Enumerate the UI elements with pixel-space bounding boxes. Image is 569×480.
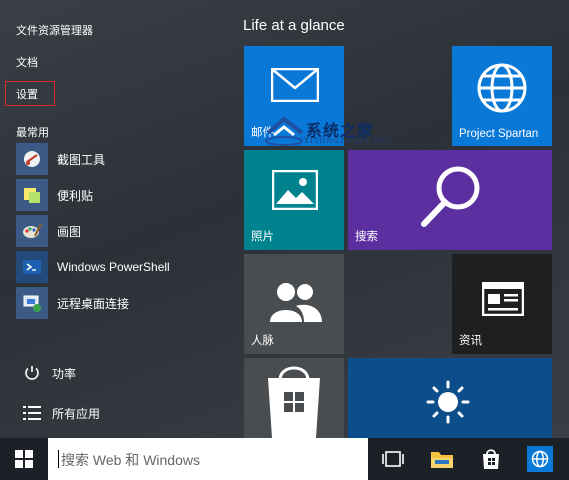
start-left-column: 文件资源管理器 文档 设置 最常用 截图工具 便利贴 画图 Windows Po…: [0, 0, 230, 438]
all-apps-label: 所有应用: [52, 406, 101, 421]
remote-desktop-icon: [16, 287, 48, 319]
watermark: 系统之家 XITONGZHIJIA.NET: [264, 113, 414, 149]
taskbar: 搜索 Web 和 Windows: [0, 438, 569, 480]
people-tile[interactable]: 人脉: [244, 254, 344, 354]
app-item-sticky-notes[interactable]: 便利贴: [16, 179, 226, 211]
browser-taskbar-button[interactable]: [527, 446, 553, 472]
news-label: 资讯: [459, 335, 482, 347]
weather-tile[interactable]: [348, 358, 552, 438]
store-tile[interactable]: [244, 358, 344, 438]
most-used-title: 最常用: [16, 127, 49, 139]
documents-link[interactable]: 文档: [16, 54, 38, 70]
search-tile[interactable]: 搜索: [348, 150, 552, 250]
globe-icon: [531, 450, 549, 468]
power-label: 功率: [52, 366, 77, 381]
photos-label: 照片: [251, 231, 274, 243]
all-apps-button[interactable]: 所有应用: [22, 401, 100, 425]
start-button[interactable]: [0, 438, 48, 480]
store-bag-icon: [264, 358, 324, 438]
people-icon: [268, 280, 322, 322]
settings-highlight-box: [5, 81, 55, 106]
watermark-subtext: XITONGZHIJIA.NET: [304, 137, 393, 145]
store-icon: [483, 449, 499, 469]
app-label: 便利贴: [57, 188, 94, 203]
magnifier-icon: [416, 162, 486, 232]
snipping-tool-icon: [16, 143, 48, 175]
newspaper-icon: [482, 282, 524, 316]
sun-icon: [426, 380, 470, 424]
taskbar-search-box[interactable]: 搜索 Web 和 Windows: [48, 438, 368, 480]
task-view-icon: [382, 451, 404, 467]
power-icon: [22, 363, 42, 383]
store-taskbar-button[interactable]: [478, 446, 504, 472]
photos-tile[interactable]: 照片: [244, 150, 344, 250]
tile-group-title: Life at a glance: [243, 17, 345, 34]
people-label: 人脉: [251, 335, 274, 347]
photo-icon: [272, 170, 318, 210]
app-item-paint[interactable]: 画图: [16, 215, 226, 247]
envelope-icon: [271, 68, 319, 102]
list-icon: [22, 403, 42, 423]
sticky-notes-icon: [16, 179, 48, 211]
folder-icon: [431, 452, 453, 468]
paint-icon: [16, 215, 48, 247]
app-label: 远程桌面连接: [57, 296, 130, 311]
task-view-button[interactable]: [380, 446, 406, 472]
powershell-icon: [16, 251, 48, 283]
file-explorer-link[interactable]: 文件资源管理器: [16, 22, 93, 38]
app-item-powershell[interactable]: Windows PowerShell: [16, 251, 226, 283]
watermark-logo-icon: [265, 116, 304, 146]
power-button[interactable]: 功率: [22, 361, 76, 385]
app-label: 截图工具: [57, 152, 106, 167]
start-menu: 文件资源管理器 文档 设置 最常用 截图工具 便利贴 画图 Windows Po…: [0, 0, 569, 438]
search-placeholder: 搜索 Web 和 Windows: [61, 452, 200, 468]
app-item-remote-desktop[interactable]: 远程桌面连接: [16, 287, 226, 319]
news-tile[interactable]: 资讯: [452, 254, 552, 354]
project-spartan-label: Project Spartan: [459, 128, 539, 140]
file-explorer-taskbar-button[interactable]: [429, 446, 455, 472]
app-item-snipping-tool[interactable]: 截图工具: [16, 143, 226, 175]
globe-icon: [476, 62, 528, 114]
app-label: 画图: [57, 224, 82, 239]
text-cursor: [58, 450, 59, 468]
search-label: 搜索: [355, 231, 378, 243]
windows-logo-icon: [15, 450, 33, 468]
project-spartan-tile[interactable]: Project Spartan: [452, 46, 552, 146]
app-label: Windows PowerShell: [57, 260, 170, 274]
